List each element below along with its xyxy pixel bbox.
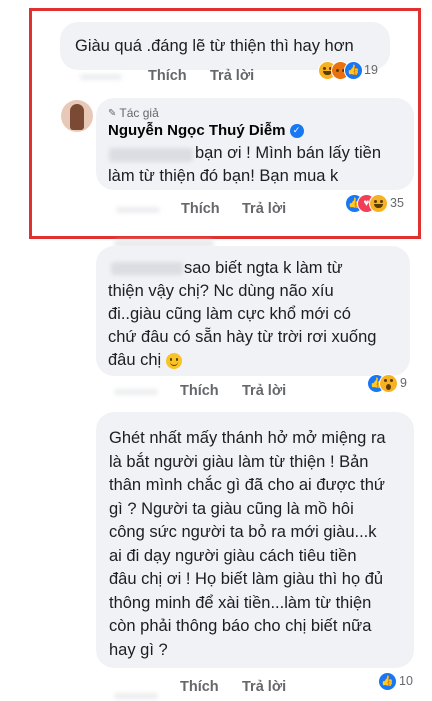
- blurred-mention: [109, 148, 193, 162]
- reaction-summary[interactable]: 👍 10: [378, 672, 424, 692]
- verified-badge-icon: ✓: [289, 123, 304, 138]
- reply-button[interactable]: Trả lời: [242, 679, 286, 695]
- comment-text-line: Ghét nhất mấy thánh hở mở miệng ra: [109, 429, 386, 447]
- reaction-count: 19: [364, 63, 378, 77]
- comment-text-line: thiện vậy chị? Nc dùng não xíu: [108, 282, 334, 300]
- reaction-summary[interactable]: 👍 19: [318, 61, 388, 81]
- like-button[interactable]: Thích: [181, 201, 220, 217]
- like-button[interactable]: Thích: [148, 68, 187, 84]
- wow-icon: [379, 374, 398, 393]
- blurred-text: [114, 693, 158, 699]
- blurred-text: [116, 207, 160, 213]
- comment-text-line: sao biết ngta k làm từ: [184, 259, 343, 277]
- avatar[interactable]: [61, 100, 93, 132]
- pencil-icon: ✎: [108, 107, 117, 119]
- comment-text-line: bạn ơi ! Mình bán lấy tiền: [195, 144, 382, 162]
- reaction-summary[interactable]: 👍 9: [367, 374, 417, 394]
- comment-text-line: còn phải thông báo cho chị biết nữa: [109, 617, 372, 635]
- haha-icon: [369, 194, 388, 213]
- comment-text-line: đâu chị ơi ! Họ biết làm giàu thì họ đủ: [109, 570, 384, 588]
- like-icon: 👍: [378, 672, 397, 691]
- comment-text-line: thân mình chắc gì đã cho ai được thứ: [109, 476, 385, 494]
- comment-text-line: thông minh để xài tiền...làm từ thiện: [109, 593, 372, 612]
- blurred-text: [80, 74, 122, 80]
- reaction-count: 35: [390, 196, 404, 210]
- comment-text-line: gì ? Người ta giàu cũng là mồ hôi: [109, 499, 354, 518]
- blurred-text: [114, 389, 158, 395]
- reply-button[interactable]: Trả lời: [242, 383, 286, 399]
- comment-bubble: sao biết ngta k làm từ thiện vậy chị? Nc…: [96, 246, 410, 376]
- like-button[interactable]: Thích: [180, 679, 219, 695]
- author-badge: ✎ Tác giả: [108, 106, 159, 120]
- reaction-count: 9: [400, 376, 407, 390]
- author-name-text: Nguyễn Ngọc Thuý Diễm: [108, 122, 286, 139]
- like-icon: 👍: [344, 61, 363, 80]
- comment-text-line: đi..giàu cũng làm cực khổ mới có: [108, 305, 351, 323]
- comment-text: Ghét nhất mấy thánh hở mở miệng ra là bắ…: [109, 427, 386, 662]
- reply-button[interactable]: Trả lời: [210, 68, 254, 84]
- smile-emoji-icon: [166, 352, 183, 369]
- comment-bubble: Ghét nhất mấy thánh hở mở miệng ra là bắ…: [96, 412, 414, 668]
- comment-text-line: hay gì ?: [109, 640, 168, 659]
- reaction-count: 10: [399, 674, 413, 688]
- comment-text-line: đâu chị: [108, 351, 162, 369]
- comment-last-line: đâu chị: [108, 349, 183, 373]
- comment-text-line: ai đi dạy người giàu cách tiêu tiền: [109, 546, 357, 565]
- reaction-summary[interactable]: 👍 ♥ 35: [345, 194, 415, 214]
- avatar-figure: [70, 104, 84, 130]
- comment-text-line: là bắt người giàu làm từ thiện ! Bản: [109, 452, 369, 471]
- like-button[interactable]: Thích: [180, 383, 219, 399]
- comment-text-line: công sức người ta bỏ ra mới giàu...k: [109, 523, 377, 541]
- comment-bubble: ✎ Tác giả Nguyễn Ngọc Thuý Diễm ✓ bạn ơi…: [96, 98, 414, 190]
- comment-text-line: chứ đâu có sẵn hày từ trời rơi xuống: [108, 328, 377, 346]
- author-badge-label: Tác giả: [119, 106, 159, 120]
- author-name[interactable]: Nguyễn Ngọc Thuý Diễm ✓: [108, 122, 304, 139]
- reply-button[interactable]: Trả lời: [242, 201, 286, 217]
- blurred-name: [111, 262, 183, 275]
- comment-text-line: làm từ thiện đó bạn! Bạn mua k: [108, 167, 339, 185]
- comment-text: Giàu quá .đáng lẽ từ thiện thì hay hơn: [75, 37, 354, 55]
